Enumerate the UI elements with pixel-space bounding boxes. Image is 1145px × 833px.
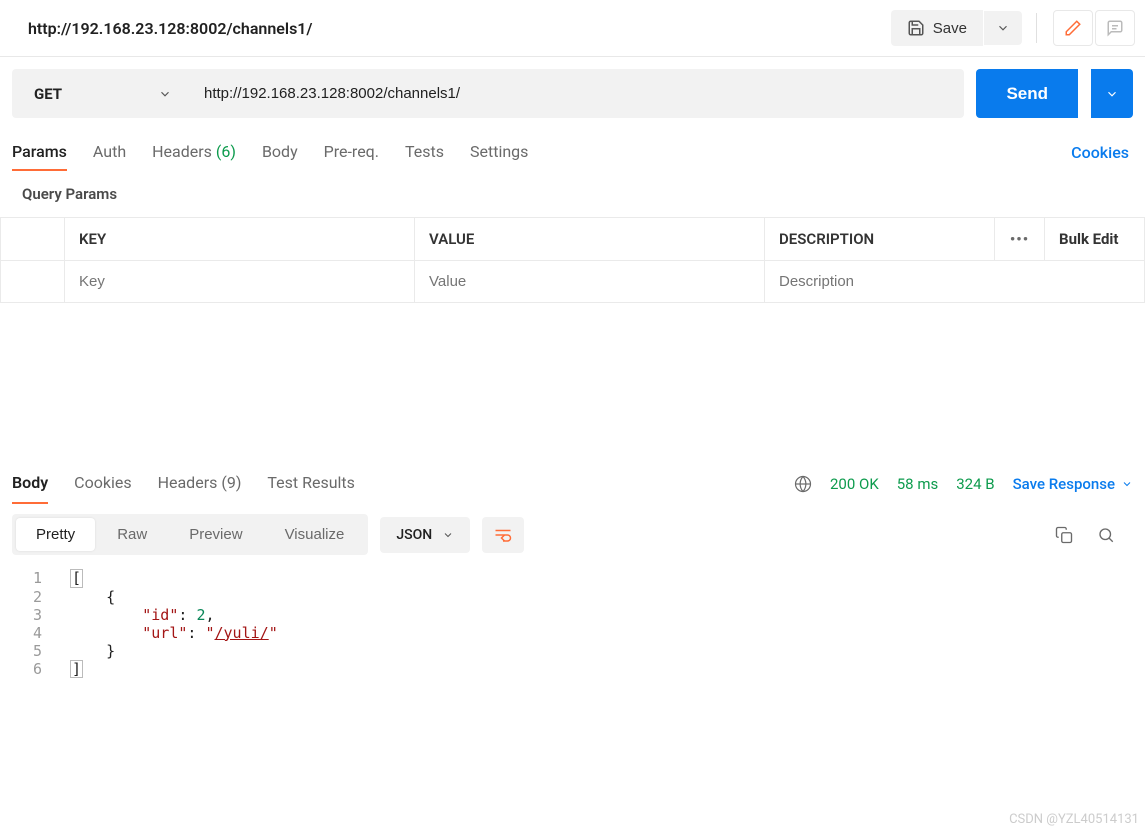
tab-tests[interactable]: Tests [405,134,444,171]
line-number: 2 [0,588,70,606]
chevron-down-icon [996,21,1010,35]
status-code: 200 OK [830,475,879,493]
desc-input[interactable] [779,273,1130,290]
chevron-down-icon [1121,478,1133,490]
line-number: 5 [0,642,70,660]
view-raw[interactable]: Raw [97,518,167,551]
more-icon: ••• [1010,230,1029,248]
key-input[interactable] [79,273,400,290]
headers-count: (6) [216,142,236,161]
comment-icon [1106,19,1124,37]
line-number: 3 [0,606,70,624]
view-visualize[interactable]: Visualize [265,518,365,551]
save-label: Save [933,20,967,37]
send-button[interactable]: Send [976,69,1078,118]
desc-header: DESCRIPTION [765,218,995,261]
globe-icon [794,475,812,493]
query-params-label: Query Params [0,171,1145,217]
format-select[interactable]: JSON [380,517,470,553]
cookies-link[interactable]: Cookies [1071,143,1133,162]
line-number: 4 [0,624,70,642]
chevron-down-icon [1105,87,1119,101]
value-input[interactable] [429,273,750,290]
tab-headers[interactable]: Headers (6) [152,134,236,171]
value-header: VALUE [415,218,765,261]
edit-button[interactable] [1053,10,1093,46]
search-icon [1097,526,1115,544]
save-button[interactable]: Save [891,10,983,46]
wrap-lines-button[interactable] [482,517,524,553]
tab-headers-label: Headers [152,142,212,161]
tab-body[interactable]: Body [262,134,298,171]
status-time: 58 ms [897,475,938,493]
response-body[interactable]: 1[ 2 { 3 "id": 2, 4 "url": "/yuli/" 5 } … [0,565,1145,686]
tab-settings[interactable]: Settings [470,134,528,171]
resp-headers-count: (9) [221,473,241,492]
save-response-label: Save Response [1013,475,1115,493]
resp-tab-testresults[interactable]: Test Results [267,463,355,504]
network-icon[interactable] [794,475,812,493]
chevron-down-icon [442,529,454,541]
copy-icon [1055,526,1073,544]
view-preview[interactable]: Preview [169,518,262,551]
url-input[interactable] [186,69,964,118]
key-header: KEY [65,218,415,261]
resp-tab-cookies[interactable]: Cookies [74,463,131,504]
checkbox-header [1,218,65,261]
table-row [1,261,1145,303]
tab-auth[interactable]: Auth [93,134,126,171]
resp-headers-label: Headers [158,473,218,492]
method-select[interactable]: GET [12,69,186,118]
copy-button[interactable] [1055,526,1073,544]
request-title: http://192.168.23.128:8002/channels1/ [28,19,891,38]
divider [1036,13,1037,43]
line-number: 1 [0,569,70,588]
chevron-down-icon [158,87,172,101]
more-menu[interactable]: ••• [995,218,1045,261]
save-response-link[interactable]: Save Response [1013,475,1133,493]
json-url-value[interactable]: /yuli/ [215,624,269,642]
method-value: GET [34,85,62,103]
tab-prereq[interactable]: Pre-req. [324,134,379,171]
comment-button[interactable] [1095,10,1135,46]
search-button[interactable] [1097,526,1115,544]
view-mode-group: Pretty Raw Preview Visualize [12,514,368,555]
wrap-icon [494,527,512,543]
status-size: 324 B [956,475,994,493]
tab-params[interactable]: Params [12,134,67,171]
view-pretty[interactable]: Pretty [16,518,95,551]
line-number: 6 [0,660,70,679]
send-dropdown[interactable] [1091,69,1133,118]
params-table: KEY VALUE DESCRIPTION ••• Bulk Edit [0,217,1145,303]
save-dropdown[interactable] [984,11,1022,45]
pencil-icon [1064,19,1082,37]
resp-tab-body[interactable]: Body [12,463,48,504]
save-icon [907,19,925,37]
resp-tab-headers[interactable]: Headers (9) [158,463,242,504]
format-value: JSON [396,527,432,543]
watermark: CSDN @YZL40514131 [1009,812,1139,827]
bulk-edit-link[interactable]: Bulk Edit [1045,218,1145,261]
